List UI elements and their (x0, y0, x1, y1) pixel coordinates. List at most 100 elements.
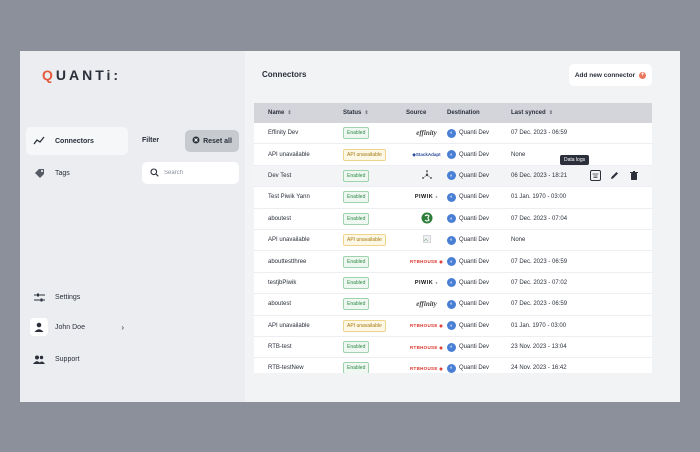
row-last-synced: 07 Dec. 2023 - 06:59 (511, 301, 568, 308)
trash-icon[interactable] (628, 170, 639, 181)
row-last-synced: None (511, 151, 526, 158)
row-name: Dev Test (268, 172, 292, 179)
tag-icon (32, 166, 46, 180)
avatar (30, 318, 48, 336)
data-logs-tooltip: Data logs (560, 155, 590, 165)
table-row[interactable]: Effinity Dev Enabled effinity ◐ Quanti De… (254, 123, 652, 145)
status-badge: Enabled (343, 255, 370, 268)
plus-icon: + (639, 71, 647, 79)
bigquery-icon: ◐ (447, 299, 456, 309)
status-badge: API unavailable (343, 148, 386, 161)
sort-icon: ⇕ (287, 110, 292, 116)
source-logo: PIWIK ● (414, 194, 439, 201)
row-last-synced: 01 Jan. 1970 - 03:00 (511, 322, 567, 329)
row-status: Enabled (343, 127, 406, 140)
table-row[interactable]: API unavailable API unavailable RTBHOUSE… (254, 316, 652, 337)
row-destination: ◐ Quanti Dev (447, 214, 509, 224)
chart-line-icon (32, 134, 46, 148)
left-panel: QUANTi: Connectors Tags Filter Reset all (20, 51, 245, 402)
sidebar-item-label: Tags (55, 169, 70, 177)
bigquery-icon: ◐ (447, 192, 456, 202)
row-last-synced: 24 Nov. 2023 - 16:42 (511, 365, 567, 372)
row-source: PIWIK ● (406, 280, 447, 286)
page-title: Connectors (262, 70, 307, 79)
row-last-synced: 07 Dec. 2023 - 06:59 (511, 258, 568, 265)
data-logs-icon[interactable] (590, 169, 601, 181)
status-badge: Enabled (343, 127, 370, 140)
row-last-synced: 07 Dec. 2023 - 07:02 (511, 279, 568, 286)
column-name-header[interactable]: Name ⇕ (254, 110, 343, 116)
bigquery-icon: ◐ (447, 128, 456, 138)
row-status: API unavailable (343, 234, 406, 247)
row-source: RTBHOUSE ◉ (406, 345, 447, 350)
source-logo-icon (421, 170, 433, 182)
source-logo: PIWIK ● (414, 279, 439, 286)
bigquery-icon: ◐ (447, 278, 456, 288)
edit-icon[interactable] (609, 170, 620, 181)
table-row[interactable]: abouttestthree Enabled RTBHOUSE ◉ ◐ Quant… (254, 251, 652, 273)
row-destination: ◐ Quanti Dev (447, 235, 509, 245)
search-icon (150, 164, 159, 182)
row-status: Enabled (343, 169, 406, 182)
add-connector-label: Add new connector (574, 71, 636, 79)
row-status: Enabled (343, 255, 406, 268)
table-row[interactable]: Test Piwik Yann Enabled PIWIK ● ◐ Quanti … (254, 187, 652, 209)
table-row[interactable]: aboutest Enabled effinity ◐ Quanti Dev 07… (254, 294, 652, 316)
sidebar-item-support[interactable]: Support (26, 345, 128, 373)
table-row[interactable]: aboutest Enabled ◐ Quanti Dev 07 Dec. 202… (254, 209, 652, 230)
column-source-header: Source (406, 110, 427, 116)
row-destination: ◐ Quanti Dev (447, 171, 509, 181)
row-name: API unavailable (268, 237, 310, 244)
search-box[interactable] (142, 162, 239, 184)
row-source: RTBHOUSE ◉ (406, 323, 447, 328)
row-destination: ◐ Quanti Dev (447, 150, 509, 160)
column-status-header[interactable]: Status ⇕ (343, 110, 406, 116)
table-row[interactable]: Dev Test Enabled ◐ Quanti Dev 06 Dec. 202… (254, 165, 652, 188)
reset-all-button[interactable]: Reset all (185, 130, 239, 152)
bigquery-icon: ◐ (447, 363, 456, 373)
search-input[interactable] (164, 170, 234, 176)
row-name: RTB-test (268, 344, 292, 351)
broken-image-icon (422, 235, 431, 245)
connectors-table: Name ⇕ Status ⇕ Source Destination Last sy… (254, 103, 652, 373)
row-status: Enabled (343, 191, 406, 204)
sort-icon: ⇕ (548, 110, 553, 116)
status-badge: API unavailable (343, 234, 386, 247)
table-row[interactable]: testjbPiwik Enabled PIWIK ● ◐ Quanti Dev … (254, 273, 652, 295)
logo: QUANTi: (42, 67, 122, 83)
table-row[interactable]: RTB-test Enabled RTBHOUSE ◉ ◐ Quanti Dev … (254, 337, 652, 359)
bigquery-icon: ◐ (447, 150, 456, 160)
bigquery-icon: ◐ (447, 321, 456, 331)
table-row[interactable]: API unavailable API unavailable ◐ Quanti … (254, 230, 652, 252)
sidebar-item-label: Settings (55, 293, 81, 301)
sidebar-item-connectors[interactable]: Connectors (26, 127, 128, 155)
table-row[interactable]: API unavailable API unavailable ◆StackAd… (254, 144, 652, 166)
row-actions (590, 169, 639, 181)
user-menu[interactable]: John Doe › (26, 313, 124, 341)
sidebar-item-settings[interactable]: Settings (26, 283, 128, 311)
column-last-synced-header[interactable]: Last synced ⇕ (509, 110, 609, 116)
row-source: effinity (406, 129, 447, 137)
row-status: Enabled (343, 212, 406, 225)
row-last-synced: 01 Jan. 1970 - 03:00 (511, 194, 567, 201)
row-name: Effinity Dev (268, 130, 299, 137)
row-destination: ◐ Quanti Dev (447, 128, 509, 138)
add-connector-button[interactable]: Add new connector + (569, 64, 652, 86)
row-status: Enabled (343, 341, 406, 354)
row-status: API unavailable (343, 319, 406, 332)
row-source: ◆StackAdapt (406, 152, 447, 158)
bigquery-icon: ◐ (447, 214, 456, 224)
bigquery-icon: ◐ (447, 171, 456, 181)
row-status: Enabled (343, 298, 406, 311)
row-status: Enabled (343, 276, 406, 289)
row-source (406, 235, 447, 245)
table-row[interactable]: RTB-testNew Enabled RTBHOUSE ◉ ◐ Quanti D… (254, 358, 652, 373)
sidebar-item-tags[interactable]: Tags (26, 159, 128, 187)
row-last-synced: 07 Dec. 2023 - 07:04 (511, 215, 568, 222)
main-panel: Connectors Add new connector + Name ⇕ Sta… (245, 51, 680, 402)
status-badge: API unavailable (343, 319, 386, 332)
row-source (406, 170, 447, 182)
row-last-synced: None (511, 237, 526, 244)
sidebar-item-label: Support (55, 355, 80, 363)
column-destination-header: Destination (447, 110, 480, 116)
